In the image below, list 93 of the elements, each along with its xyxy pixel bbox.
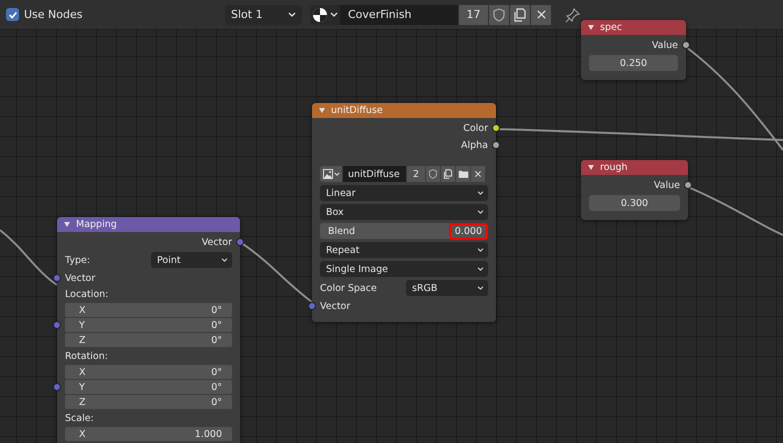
axis-label: Y: [79, 320, 85, 330]
material-name-field[interactable]: CoverFinish: [340, 4, 458, 24]
vector-component-field[interactable]: Z 0°: [65, 395, 232, 409]
pin-icon[interactable]: [565, 6, 581, 22]
socket-label: Value: [654, 180, 680, 190]
socket-label: Vector: [320, 300, 350, 312]
node-header[interactable]: unitDiffuse: [312, 103, 496, 118]
input-socket[interactable]: [53, 274, 61, 282]
use-nodes-checkbox[interactable]: [6, 8, 19, 21]
caret-icon: [477, 286, 484, 290]
output-socket[interactable]: [684, 181, 692, 189]
axis-value: 1.000: [194, 428, 222, 440]
caret-icon: [330, 12, 338, 17]
collapse-icon[interactable]: [319, 108, 325, 113]
node-title: rough: [600, 162, 628, 173]
input-socket[interactable]: [53, 321, 61, 329]
socket-label: Vector: [65, 272, 96, 284]
axis-value: 0°: [211, 382, 222, 392]
image-name-field[interactable]: unitDiffuse: [343, 166, 406, 182]
caret-icon: [477, 248, 484, 252]
socket-label: Alpha: [460, 140, 488, 150]
node-header[interactable]: rough: [581, 160, 688, 175]
dropdown[interactable]: sRGB: [406, 280, 488, 296]
node-title: spec: [600, 22, 622, 33]
axis-label: Z: [79, 334, 86, 346]
input-socket[interactable]: [308, 302, 316, 310]
slot-dropdown[interactable]: Slot 1: [225, 4, 302, 24]
node-title: Mapping: [76, 219, 117, 230]
output-socket[interactable]: [236, 238, 244, 246]
input-socket[interactable]: [53, 383, 61, 391]
user-count[interactable]: 17: [459, 4, 488, 24]
socket-label: Vector: [202, 236, 232, 248]
vector-component-field[interactable]: X 0°: [65, 303, 232, 317]
slider-value: 0.000: [448, 222, 488, 240]
node-header[interactable]: spec: [581, 20, 686, 35]
value-field[interactable]: 0.250: [589, 55, 678, 71]
value-field[interactable]: 0.300: [589, 195, 680, 211]
node-title: unitDiffuse: [331, 105, 383, 116]
caret-icon: [477, 267, 484, 271]
vector-component-field[interactable]: X 1.000: [65, 427, 232, 441]
axis-value: 0°: [211, 396, 222, 408]
output-socket[interactable]: [492, 141, 500, 149]
axis-label: X: [79, 304, 86, 316]
folder-icon[interactable]: [456, 166, 470, 182]
blend-slider[interactable]: Blend 0.000: [320, 223, 488, 239]
axis-label: Z: [79, 396, 86, 408]
user-count[interactable]: 2: [407, 166, 425, 182]
node-header[interactable]: Mapping: [57, 217, 240, 232]
slider-label: Blend: [328, 226, 356, 236]
vector-component-field[interactable]: Y 0°: [65, 318, 232, 332]
axis-value: 0°: [211, 334, 222, 346]
caret-icon: [477, 191, 484, 195]
shield-icon[interactable]: [489, 4, 509, 24]
close-icon[interactable]: [531, 4, 551, 24]
collapse-icon[interactable]: [64, 222, 70, 227]
caret-icon: [221, 258, 228, 262]
field-label: Type:: [65, 254, 92, 266]
caret-icon: [477, 210, 484, 214]
axis-value: 0°: [211, 366, 222, 378]
axis-label: X: [79, 428, 86, 440]
section-label: Scale:: [65, 412, 94, 424]
dropdown[interactable]: Box: [320, 204, 488, 220]
vector-component-field[interactable]: Z 0°: [65, 333, 232, 347]
shield-icon[interactable]: [426, 166, 440, 182]
use-nodes-label: Use Nodes: [24, 8, 82, 21]
duplicate-icon[interactable]: [510, 4, 530, 24]
image-icon: [322, 169, 332, 179]
section-label: Rotation:: [65, 350, 108, 362]
axis-label: Y: [79, 382, 85, 392]
vector-component-field[interactable]: Y 0°: [65, 380, 232, 394]
dropdown[interactable]: Repeat: [320, 242, 488, 258]
axis-label: X: [79, 366, 86, 378]
dropdown[interactable]: Linear: [320, 185, 488, 201]
caret-icon: [334, 172, 340, 176]
material-browse-button[interactable]: [310, 4, 340, 24]
axis-value: 0°: [211, 304, 222, 316]
socket-label: Color: [463, 122, 488, 134]
duplicate-icon[interactable]: [441, 166, 455, 182]
caret-icon: [288, 12, 296, 17]
vector-component-field[interactable]: X 0°: [65, 365, 232, 379]
collapse-icon[interactable]: [588, 165, 594, 170]
output-socket[interactable]: [682, 41, 690, 49]
field-label: Color Space: [320, 282, 378, 294]
close-icon[interactable]: [471, 166, 485, 182]
axis-value: 0°: [211, 320, 222, 330]
dropdown[interactable]: Point: [151, 252, 232, 268]
section-label: Location:: [65, 288, 108, 300]
node-link: [0, 229, 58, 286]
dropdown[interactable]: Single Image: [320, 261, 488, 277]
image-browse-button[interactable]: [320, 166, 342, 182]
sphere-icon: [312, 6, 328, 22]
output-socket[interactable]: [492, 124, 500, 132]
socket-label: Value: [652, 40, 678, 50]
